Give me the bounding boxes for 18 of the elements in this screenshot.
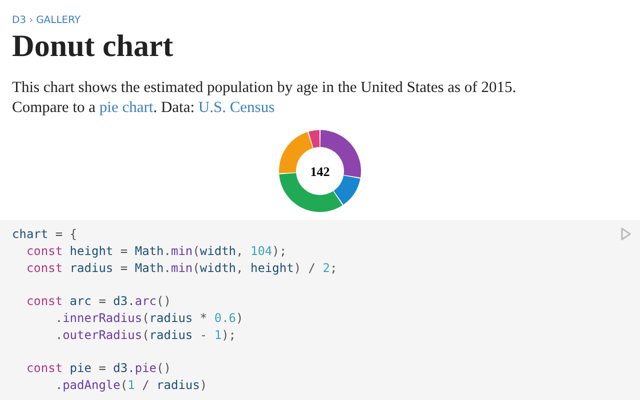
code-line: const radius = Math.min(width, height) / 2; [25, 260, 338, 276]
play-icon[interactable] [620, 227, 632, 241]
code-line: const height = Math.min(width, 104); [25, 242, 287, 260]
code-line: .padAngle(1 / radius) [54, 377, 208, 394]
page-title: Donut chart [12, 28, 174, 64]
breadcrumb-link[interactable]: GALLERY [36, 15, 81, 26]
code-line: .outerRadius(radius - 1); [54, 326, 236, 344]
donut-center-label: 142 [310, 164, 330, 179]
code-line: .innerRadius(radius * 0.6) [54, 310, 244, 327]
code-line: chart = { [12, 226, 78, 243]
breadcrumb-separator: › [29, 15, 34, 26]
text-link[interactable]: U.S. Census [198, 99, 275, 116]
description-text: This chart shows the estimated population by age in the United States as of 2015. [12, 78, 518, 98]
code-line: const arc = d3.arc() [25, 293, 171, 310]
description-text: Compare to a pie chart. Data: U.S. Census [12, 98, 276, 118]
code-line: const pie = d3.pie() [25, 360, 171, 378]
breadcrumb-link[interactable]: D3 [12, 15, 26, 26]
text-link[interactable]: pie chart [99, 99, 154, 116]
